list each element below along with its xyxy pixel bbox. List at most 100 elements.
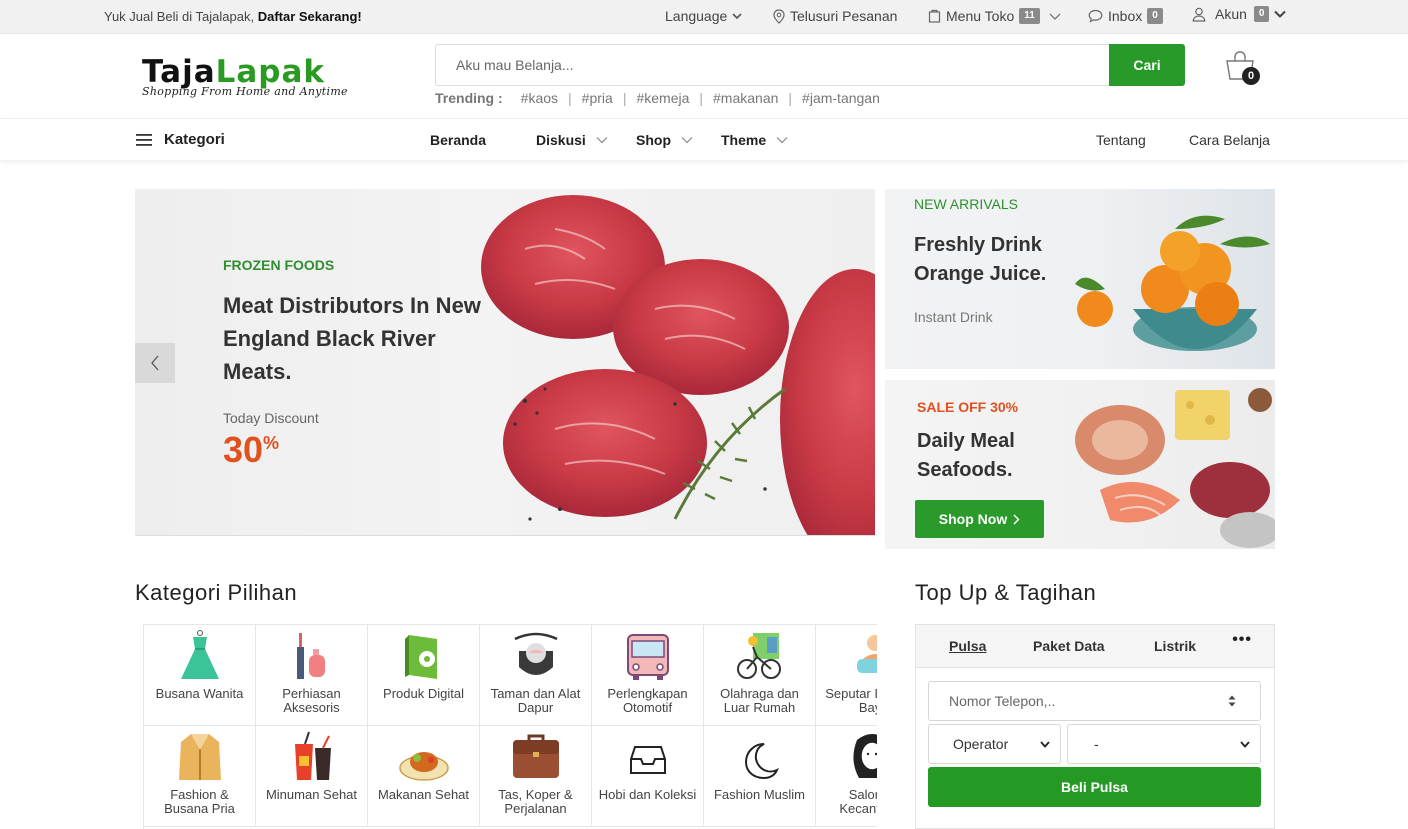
trending-tags: Trending : #kaos | #pria | #kemeja | #ma…	[435, 90, 880, 106]
track-order-label: Telusuri Pesanan	[790, 8, 898, 24]
language-selector[interactable]: Language	[665, 8, 742, 24]
tab-pulsa[interactable]: Pulsa	[949, 638, 986, 654]
logo-tagline: Shopping From Home and Anytime	[142, 85, 348, 98]
chevron-down-icon	[1240, 740, 1250, 748]
tab-listrik[interactable]: Listrik	[1154, 638, 1196, 654]
separator: |	[699, 90, 704, 106]
crescent-moon-icon	[704, 726, 815, 788]
hero-discount-value: 30%	[223, 429, 279, 471]
cart-button[interactable]: 0	[1224, 50, 1260, 85]
category-label: Salon & Kecantikan	[839, 787, 877, 816]
side-banner-tag: SALE OFF 30%	[917, 399, 1019, 415]
jacket-icon	[144, 726, 255, 788]
discount-number: 30	[223, 429, 264, 470]
category-item[interactable]: Makanan Sehat	[368, 726, 480, 827]
account-menu[interactable]: Akun 0	[1192, 6, 1287, 22]
chevron-down-icon	[1274, 9, 1287, 19]
nav-item-theme[interactable]: Theme	[721, 132, 788, 148]
category-item[interactable]: Fashion Muslim	[704, 726, 816, 827]
category-item[interactable]: Tas, Koper & Perjalanan	[480, 726, 592, 827]
meat-steaks-image	[481, 195, 875, 535]
nav-item-tentang[interactable]: Tentang	[1096, 132, 1146, 148]
nominal-select[interactable]: -	[1067, 724, 1261, 764]
category-item[interactable]: Minuman Sehat	[256, 726, 368, 827]
category-item[interactable]: Salon & Kecantikan	[816, 726, 877, 827]
category-label: Fashion Muslim	[713, 787, 806, 802]
track-order-link[interactable]: Telusuri Pesanan	[773, 8, 897, 24]
topup-title: Top Up & Tagihan	[915, 580, 1097, 605]
nav-item-diskusi[interactable]: Diskusi	[536, 132, 608, 148]
search-button[interactable]: Cari	[1109, 44, 1185, 86]
cooking-pot-icon	[480, 625, 591, 687]
slider-prev-button[interactable]	[135, 343, 175, 383]
hero-banner[interactable]: FROZEN FOODS Meat Distributors In New En…	[135, 189, 875, 536]
category-label: Hobi dan Koleksi	[598, 787, 697, 802]
nav-item-cara-belanja[interactable]: Cara Belanja	[1189, 132, 1270, 148]
nav-item-label: Beranda	[430, 132, 487, 148]
category-item[interactable]: Olahraga dan Luar Rumah	[704, 625, 816, 726]
category-item[interactable]: Taman dan Alat Dapur	[480, 625, 592, 726]
category-label: Perhiasan Aksesoris	[282, 686, 341, 715]
operator-select[interactable]: Operator	[928, 724, 1061, 764]
account-label: Akun	[1215, 6, 1247, 22]
trending-tag[interactable]: #makanan	[713, 90, 778, 106]
category-item[interactable]: Hobi dan Koleksi	[592, 726, 704, 827]
discount-unit: %	[263, 433, 280, 453]
store-count-badge: 11	[1019, 8, 1040, 24]
nav-item-shop[interactable]: Shop	[636, 132, 693, 148]
category-label: Olahraga dan Luar Rumah	[720, 686, 799, 715]
inbox-link[interactable]: Inbox 0	[1088, 8, 1163, 24]
account-count-badge: 0	[1253, 6, 1270, 22]
buy-pulsa-button[interactable]: Beli Pulsa	[928, 767, 1261, 807]
side-banner-seafood[interactable]: SALE OFF 30% Daily Meal Seafoods. Shop N…	[885, 380, 1275, 549]
more-tabs-button[interactable]: •••	[1232, 631, 1252, 649]
category-item[interactable]: Fashion & Busana Pria	[144, 726, 256, 827]
hamburger-icon	[136, 133, 152, 146]
store-menu-label: Menu Toko	[946, 8, 1015, 24]
phone-number-field[interactable]: Nomor Telepon,..	[928, 681, 1261, 721]
category-label: Fashion & Busana Pria	[164, 787, 235, 816]
trending-label: Trending :	[435, 90, 503, 106]
site-logo[interactable]: TajaLapak Shopping From Home and Anytime	[142, 55, 348, 98]
category-item[interactable]: Produk Digital	[368, 625, 480, 726]
chevron-down-icon	[1049, 11, 1061, 21]
inbox-label: Inbox	[1108, 8, 1143, 24]
bus-icon	[592, 625, 703, 687]
chevron-down-icon	[732, 11, 742, 21]
nominal-value: -	[1094, 736, 1099, 752]
trending-tag[interactable]: #kemeja	[636, 90, 689, 106]
perfume-icon	[256, 625, 367, 687]
separator: |	[622, 90, 627, 106]
top-bar: Yuk Jual Beli di Tajalapak, Daftar Sekar…	[0, 0, 1408, 34]
register-link[interactable]: Daftar Sekarang!	[258, 9, 362, 24]
category-label: Busana Wanita	[155, 686, 244, 701]
category-item[interactable]: Perlengkapan Otomotif	[592, 625, 704, 726]
category-item[interactable]: Busana Wanita	[144, 625, 256, 726]
side-banner-tag: NEW ARRIVALS	[914, 196, 1018, 212]
store-menu[interactable]: Menu Toko 11	[928, 8, 1061, 24]
inbox-tray-icon	[592, 726, 703, 788]
welcome-text: Yuk Jual Beli di Tajalapak,	[104, 9, 258, 24]
search-input[interactable]	[436, 45, 1106, 85]
side-banner-orange-juice[interactable]: NEW ARRIVALS Freshly Drink Orange Juice.…	[885, 189, 1275, 369]
category-item[interactable]: Perhiasan Aksesoris	[256, 625, 368, 726]
cyclist-icon	[704, 625, 815, 687]
nav-item-beranda[interactable]: Beranda	[430, 132, 486, 148]
drinks-icon	[256, 726, 367, 788]
map-pin-icon	[773, 8, 785, 24]
trending-tag[interactable]: #pria	[582, 90, 613, 106]
trending-tag[interactable]: #jam-tangan	[802, 90, 880, 106]
category-label: Perlengkapan Otomotif	[607, 686, 688, 715]
stepper-icon	[1228, 694, 1236, 708]
orange-bowl-image	[1075, 215, 1270, 351]
category-item[interactable]: Seputar Ibu dan Bayi	[816, 625, 877, 726]
shop-now-button[interactable]: Shop Now	[915, 500, 1044, 538]
food-plate-icon	[368, 726, 479, 788]
category-label: Produk Digital	[383, 686, 464, 701]
category-label: Makanan Sehat	[377, 787, 470, 802]
search-bar: Cari	[435, 44, 1185, 86]
trending-tag[interactable]: #kaos	[521, 90, 558, 106]
category-menu-button[interactable]: Kategori	[136, 131, 225, 148]
tab-paket-data[interactable]: Paket Data	[1033, 638, 1105, 654]
category-label: Seputar Ibu dan Bayi	[825, 686, 877, 715]
